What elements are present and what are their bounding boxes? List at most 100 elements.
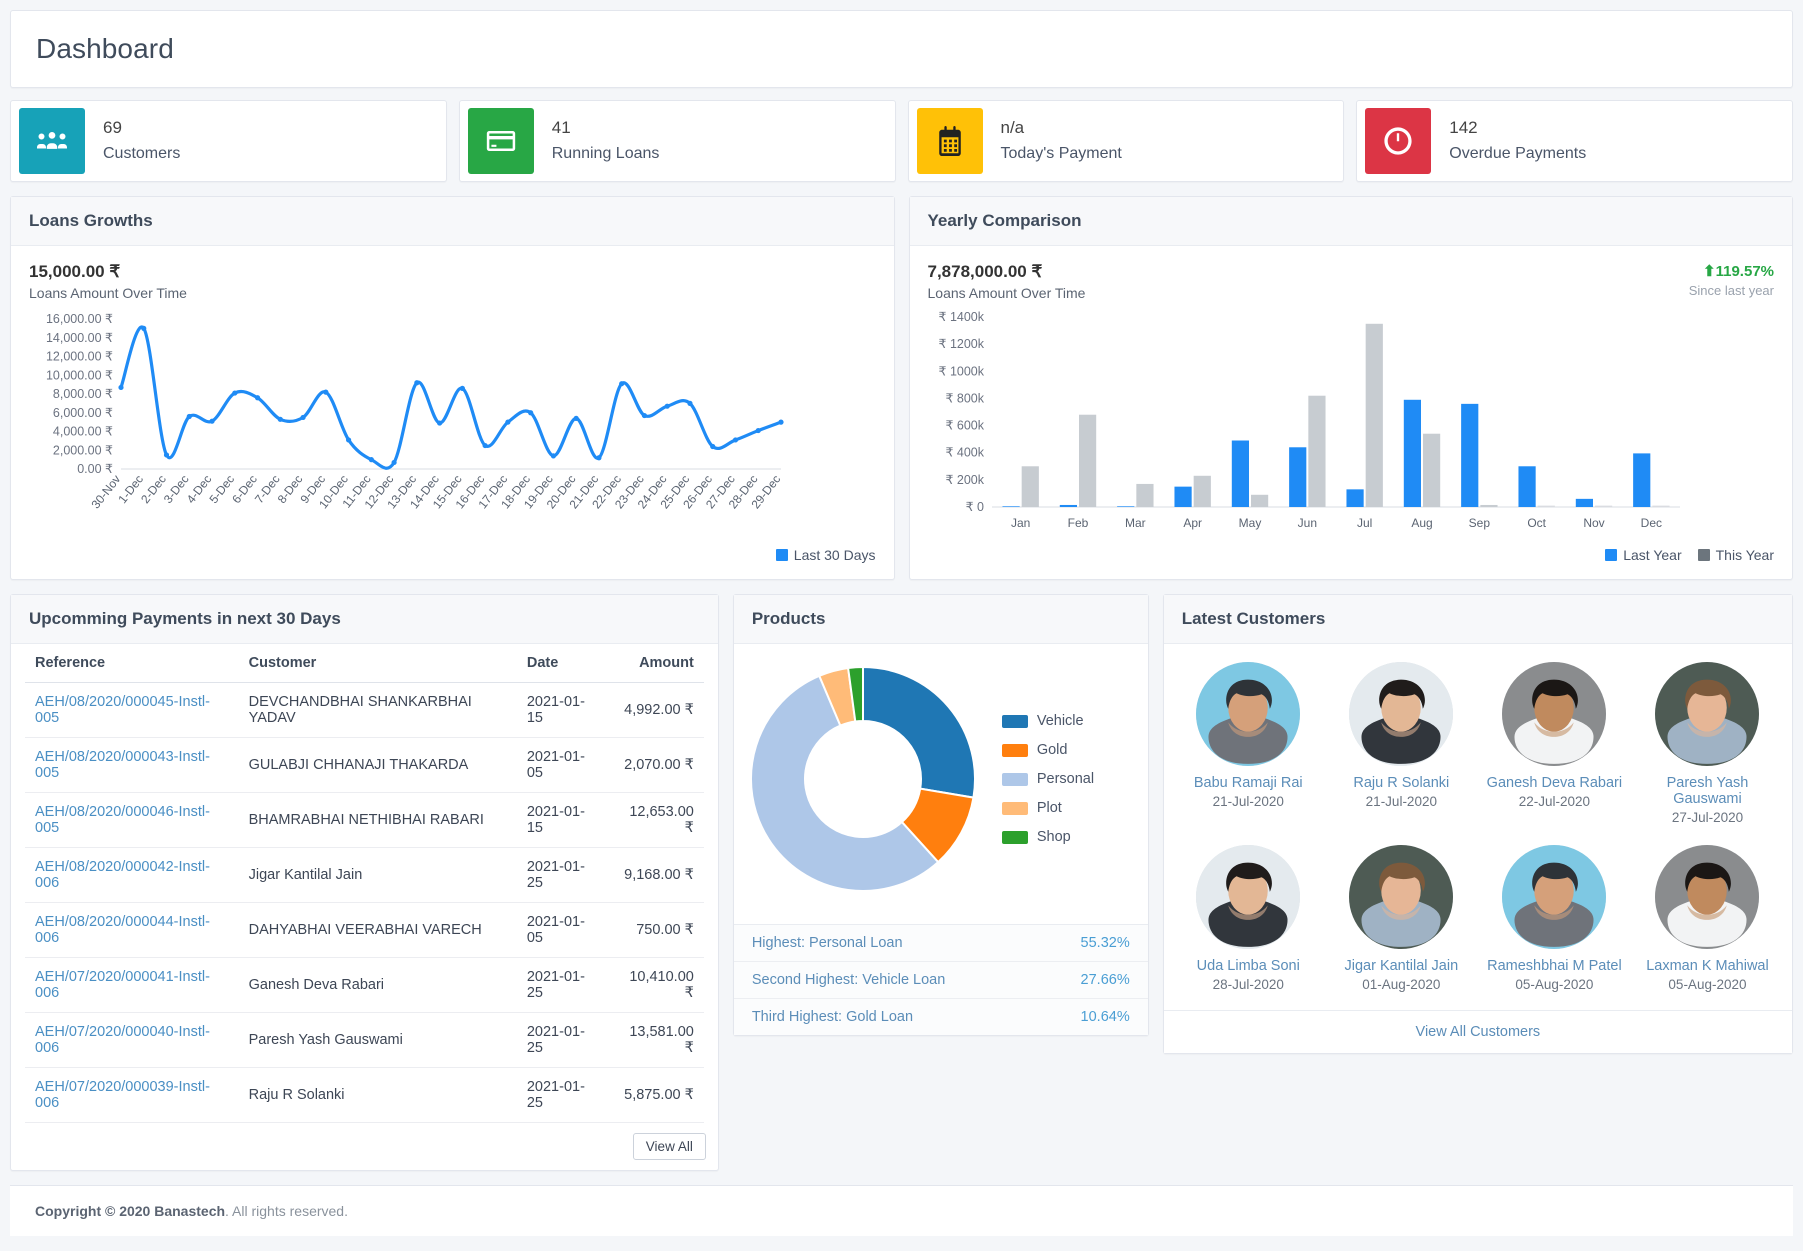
product-summary-value: 10.64%: [1080, 1009, 1130, 1025]
stat-card-overdue-payments[interactable]: 142 Overdue Payments: [1356, 100, 1793, 182]
view-all-customers-link[interactable]: View All Customers: [1163, 1010, 1792, 1053]
stat-value: 142: [1449, 118, 1478, 138]
clock-icon: [1365, 108, 1432, 174]
upcoming-payments-title: Upcomming Payments in next 30 Days: [11, 595, 718, 644]
product-summary-row[interactable]: Third Highest: Gold Loan 10.64%: [733, 999, 1148, 1035]
customer-name-link[interactable]: Uda Limba Soni: [1176, 958, 1321, 974]
customer-cell[interactable]: Uda Limba Soni 28-Jul-2020: [1174, 839, 1323, 1002]
product-summary-row[interactable]: Highest: Personal Loan 55.32%: [733, 925, 1148, 962]
stat-value: 41: [551, 118, 571, 138]
svg-text:Jul: Jul: [1356, 516, 1371, 530]
reference-link[interactable]: AEH/07/2020/000041-Instl-006: [35, 969, 210, 1001]
customer-name-link[interactable]: Laxman K Mahiwal: [1635, 958, 1780, 974]
reference-link[interactable]: AEH/08/2020/000043-Instl-005: [35, 749, 210, 781]
yearly-legend: Last Year This Year: [928, 547, 1774, 563]
cell-date: 2021-01-25: [516, 847, 608, 903]
svg-text:Mar: Mar: [1124, 516, 1145, 530]
cell-amount: 2,070.00 ₹: [607, 737, 704, 793]
reference-link[interactable]: AEH/07/2020/000040-Instl-006: [35, 1024, 210, 1056]
products-chart-wrap: Vehicle Gold Personal Plot Shop: [734, 644, 1148, 924]
cell-customer: DEVCHANDBHAI SHANKARBHAI YADAV: [238, 682, 517, 738]
legend-swatch: [1001, 714, 1028, 728]
cell-reference: AEH/08/2020/000045-Instl-005: [25, 682, 239, 738]
cell-reference: AEH/07/2020/000041-Instl-006: [25, 957, 239, 1013]
legend-label: Personal: [1036, 771, 1095, 787]
svg-text:14,000.00 ₹: 14,000.00 ₹: [46, 331, 113, 345]
svg-text:Sep: Sep: [1468, 516, 1490, 530]
stat-card-todays-payment[interactable]: n/a Today's Payment: [907, 100, 1345, 182]
customer-cell[interactable]: Jigar Kantilal Jain 01-Aug-2020: [1327, 839, 1476, 1002]
reference-link[interactable]: AEH/08/2020/000044-Instl-006: [35, 914, 210, 946]
reference-link[interactable]: AEH/08/2020/000045-Instl-005: [35, 694, 210, 726]
customer-cell[interactable]: Paresh Yash Gauswami 27-Jul-2020: [1633, 656, 1782, 835]
cell-date: 2021-01-15: [516, 682, 608, 738]
reference-link[interactable]: AEH/07/2020/000039-Instl-006: [35, 1079, 210, 1111]
table-header-row: Reference Customer Date Amount: [25, 644, 704, 683]
donut-legend-item[interactable]: Gold: [1001, 742, 1094, 758]
legend-item-last-year[interactable]: Last Year: [1605, 547, 1682, 563]
legend-label: Gold: [1036, 742, 1068, 758]
customer-cell[interactable]: Rameshbhai M Patel 05-Aug-2020: [1480, 839, 1629, 1002]
svg-text:₹ 400k: ₹ 400k: [945, 446, 984, 460]
donut-legend-item[interactable]: Plot: [1001, 800, 1094, 816]
legend-item-this-year[interactable]: This Year: [1697, 547, 1774, 563]
view-all-button[interactable]: View All: [632, 1133, 706, 1160]
cell-amount: 10,410.00 ₹: [607, 957, 704, 1013]
upcoming-payments-card: Upcomming Payments in next 30 Days Refer…: [10, 594, 719, 1171]
customer-name-link[interactable]: Jigar Kantilal Jain: [1329, 958, 1474, 974]
reference-link[interactable]: AEH/08/2020/000042-Instl-006: [35, 859, 210, 891]
svg-text:₹ 0: ₹ 0: [965, 500, 983, 514]
table-row: AEH/08/2020/000042-Instl-006 Jigar Kantil…: [25, 847, 704, 903]
legend-swatch: [1605, 549, 1618, 561]
product-summary-row[interactable]: Second Highest: Vehicle Loan 27.66%: [733, 962, 1148, 999]
customer-name-link[interactable]: Paresh Yash Gauswami: [1635, 775, 1780, 807]
stats-row: 69 Customers 41 Running Loans n/a Today'…: [10, 100, 1793, 182]
customer-cell[interactable]: Ganesh Deva Rabari 22-Jul-2020: [1480, 656, 1629, 835]
avatar: [1349, 845, 1454, 949]
donut-legend-item[interactable]: Shop: [1001, 829, 1094, 845]
legend-item-last-30-days[interactable]: Last 30 Days: [775, 547, 876, 563]
customer-cell[interactable]: Raju R Solanki 21-Jul-2020: [1327, 656, 1476, 835]
svg-text:Oct: Oct: [1527, 516, 1546, 530]
cell-customer: Paresh Yash Gauswami: [238, 1012, 517, 1068]
stat-card-customers[interactable]: 69 Customers: [10, 100, 447, 182]
svg-text:₹ 800k: ₹ 800k: [945, 391, 984, 405]
table-row: AEH/08/2020/000046-Instl-005 BHAMRABHAI N…: [25, 792, 704, 848]
stat-body: 41 Running Loans: [534, 101, 660, 181]
cell-date: 2021-01-15: [516, 792, 608, 848]
cell-amount: 4,992.00 ₹: [607, 682, 704, 738]
yearly-delta-value: 119.57%: [1715, 263, 1774, 280]
customer-name-link[interactable]: Raju R Solanki: [1329, 775, 1474, 791]
table-row: AEH/07/2020/000040-Instl-006 Paresh Yash …: [25, 1012, 704, 1068]
cell-amount: 750.00 ₹: [607, 902, 704, 958]
legend-label: Vehicle: [1036, 713, 1084, 729]
product-summary-value: 55.32%: [1080, 935, 1130, 951]
yearly-comparison-card: Yearly Comparison 7,878,000.00 ₹ Loans A…: [908, 196, 1793, 580]
customer-date: 22-Jul-2020: [1518, 794, 1591, 809]
donut-legend-item[interactable]: Personal: [1001, 771, 1095, 787]
yearly-subtitle: Loans Amount Over Time: [927, 285, 1086, 301]
cell-reference: AEH/08/2020/000046-Instl-005: [25, 792, 239, 848]
donut-legend: Vehicle Gold Personal Plot Shop: [1001, 713, 1095, 845]
customer-name-link[interactable]: Ganesh Deva Rabari: [1482, 775, 1627, 791]
footer-brand: Banastech: [154, 1203, 226, 1219]
legend-label: Plot: [1036, 800, 1062, 816]
stat-card-running-loans[interactable]: 41 Running Loans: [458, 100, 896, 182]
donut-legend-item[interactable]: Vehicle: [1001, 713, 1094, 729]
customer-name-link[interactable]: Babu Ramaji Rai: [1176, 775, 1321, 791]
users-icon: [19, 108, 85, 174]
svg-text:Nov: Nov: [1583, 516, 1604, 530]
customer-cell[interactable]: Babu Ramaji Rai 21-Jul-2020: [1174, 656, 1323, 835]
customers-grid: Babu Ramaji Rai 21-Jul-2020 Raju R Solanki…: [1164, 644, 1792, 1010]
footer-rights: . All rights reserved.: [225, 1203, 348, 1219]
customer-cell[interactable]: Laxman K Mahiwal 05-Aug-2020: [1633, 839, 1782, 1002]
line-chart-svg: 0.00 ₹ 2,000.00 ₹ 4,000.00 ₹ 6,000.00 ₹ 8,00…: [46, 312, 784, 511]
customer-name-link[interactable]: Rameshbhai M Patel: [1482, 958, 1627, 974]
loans-growth-body: 15,000.00 ₹ Loans Amount Over Time 0.00 …: [11, 246, 894, 579]
loans-growth-title: Loans Growths: [11, 197, 894, 246]
customer-date: 21-Jul-2020: [1212, 794, 1284, 809]
legend-swatch: [1001, 830, 1028, 844]
stat-label: Running Loans: [551, 144, 660, 162]
reference-link[interactable]: AEH/08/2020/000046-Instl-005: [35, 804, 210, 836]
loans-growth-subtitle: Loans Amount Over Time: [29, 285, 187, 301]
